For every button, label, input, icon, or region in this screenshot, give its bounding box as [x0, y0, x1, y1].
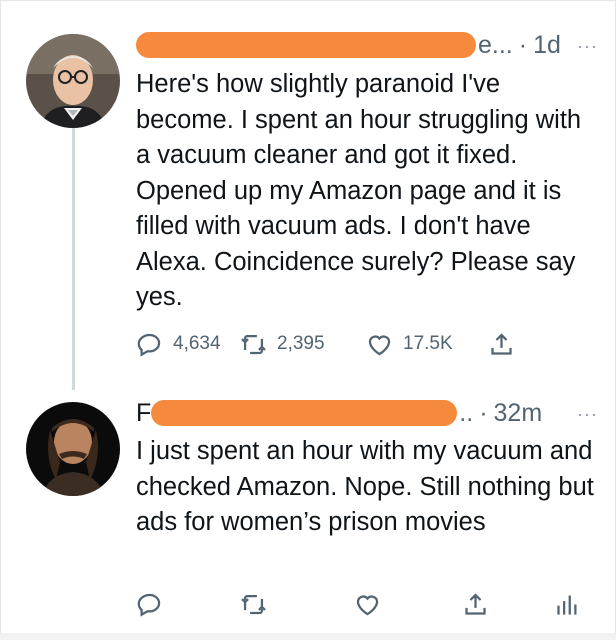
redacted-name	[136, 32, 476, 58]
handle-suffix[interactable]: e...	[478, 31, 513, 60]
retweet-button[interactable]	[240, 590, 267, 618]
reply-icon	[137, 593, 161, 617]
reply-button[interactable]	[136, 590, 163, 618]
redacted-name	[151, 400, 458, 426]
retweet-count: 2,395	[277, 333, 325, 354]
avatar[interactable]	[26, 402, 120, 496]
thread-line	[72, 128, 75, 390]
tweet-text: Here's how slightly paranoid I've become…	[136, 70, 589, 311]
like-count: 17.5K	[403, 333, 453, 354]
analytics-icon	[557, 595, 577, 615]
retweet-icon	[241, 334, 266, 354]
tweet-header: e... · 1d	[136, 30, 561, 60]
separator: ·	[518, 30, 528, 59]
like-icon	[368, 334, 391, 355]
separator: ·	[479, 398, 488, 427]
share-icon	[465, 592, 486, 615]
share-button[interactable]	[462, 590, 489, 618]
reply-icon	[137, 333, 161, 357]
avatar[interactable]	[26, 34, 120, 128]
reply-button[interactable]: 4,634	[136, 330, 221, 358]
more-icon[interactable]: ···	[577, 36, 598, 57]
retweet-icon	[241, 594, 266, 614]
like-button[interactable]	[354, 590, 381, 618]
tweet-text: I just spent an hour with my vacuum and …	[136, 437, 601, 536]
like-button[interactable]: 17.5K	[366, 330, 453, 358]
reply-count: 4,634	[173, 333, 221, 354]
more-icon[interactable]: ···	[577, 404, 598, 425]
tweet-header: F .. · 32m	[136, 398, 542, 428]
timestamp[interactable]: 1d	[533, 31, 561, 60]
analytics-button[interactable]	[554, 590, 581, 618]
bottom-edge	[0, 633, 616, 640]
share-icon	[491, 332, 512, 355]
timestamp[interactable]: 32m	[494, 399, 543, 428]
share-button[interactable]	[488, 330, 515, 358]
retweet-button[interactable]: 2,395	[240, 330, 325, 358]
handle-suffix[interactable]: ..	[459, 399, 473, 428]
name-prefix[interactable]: F	[136, 399, 151, 428]
like-icon	[356, 594, 379, 615]
